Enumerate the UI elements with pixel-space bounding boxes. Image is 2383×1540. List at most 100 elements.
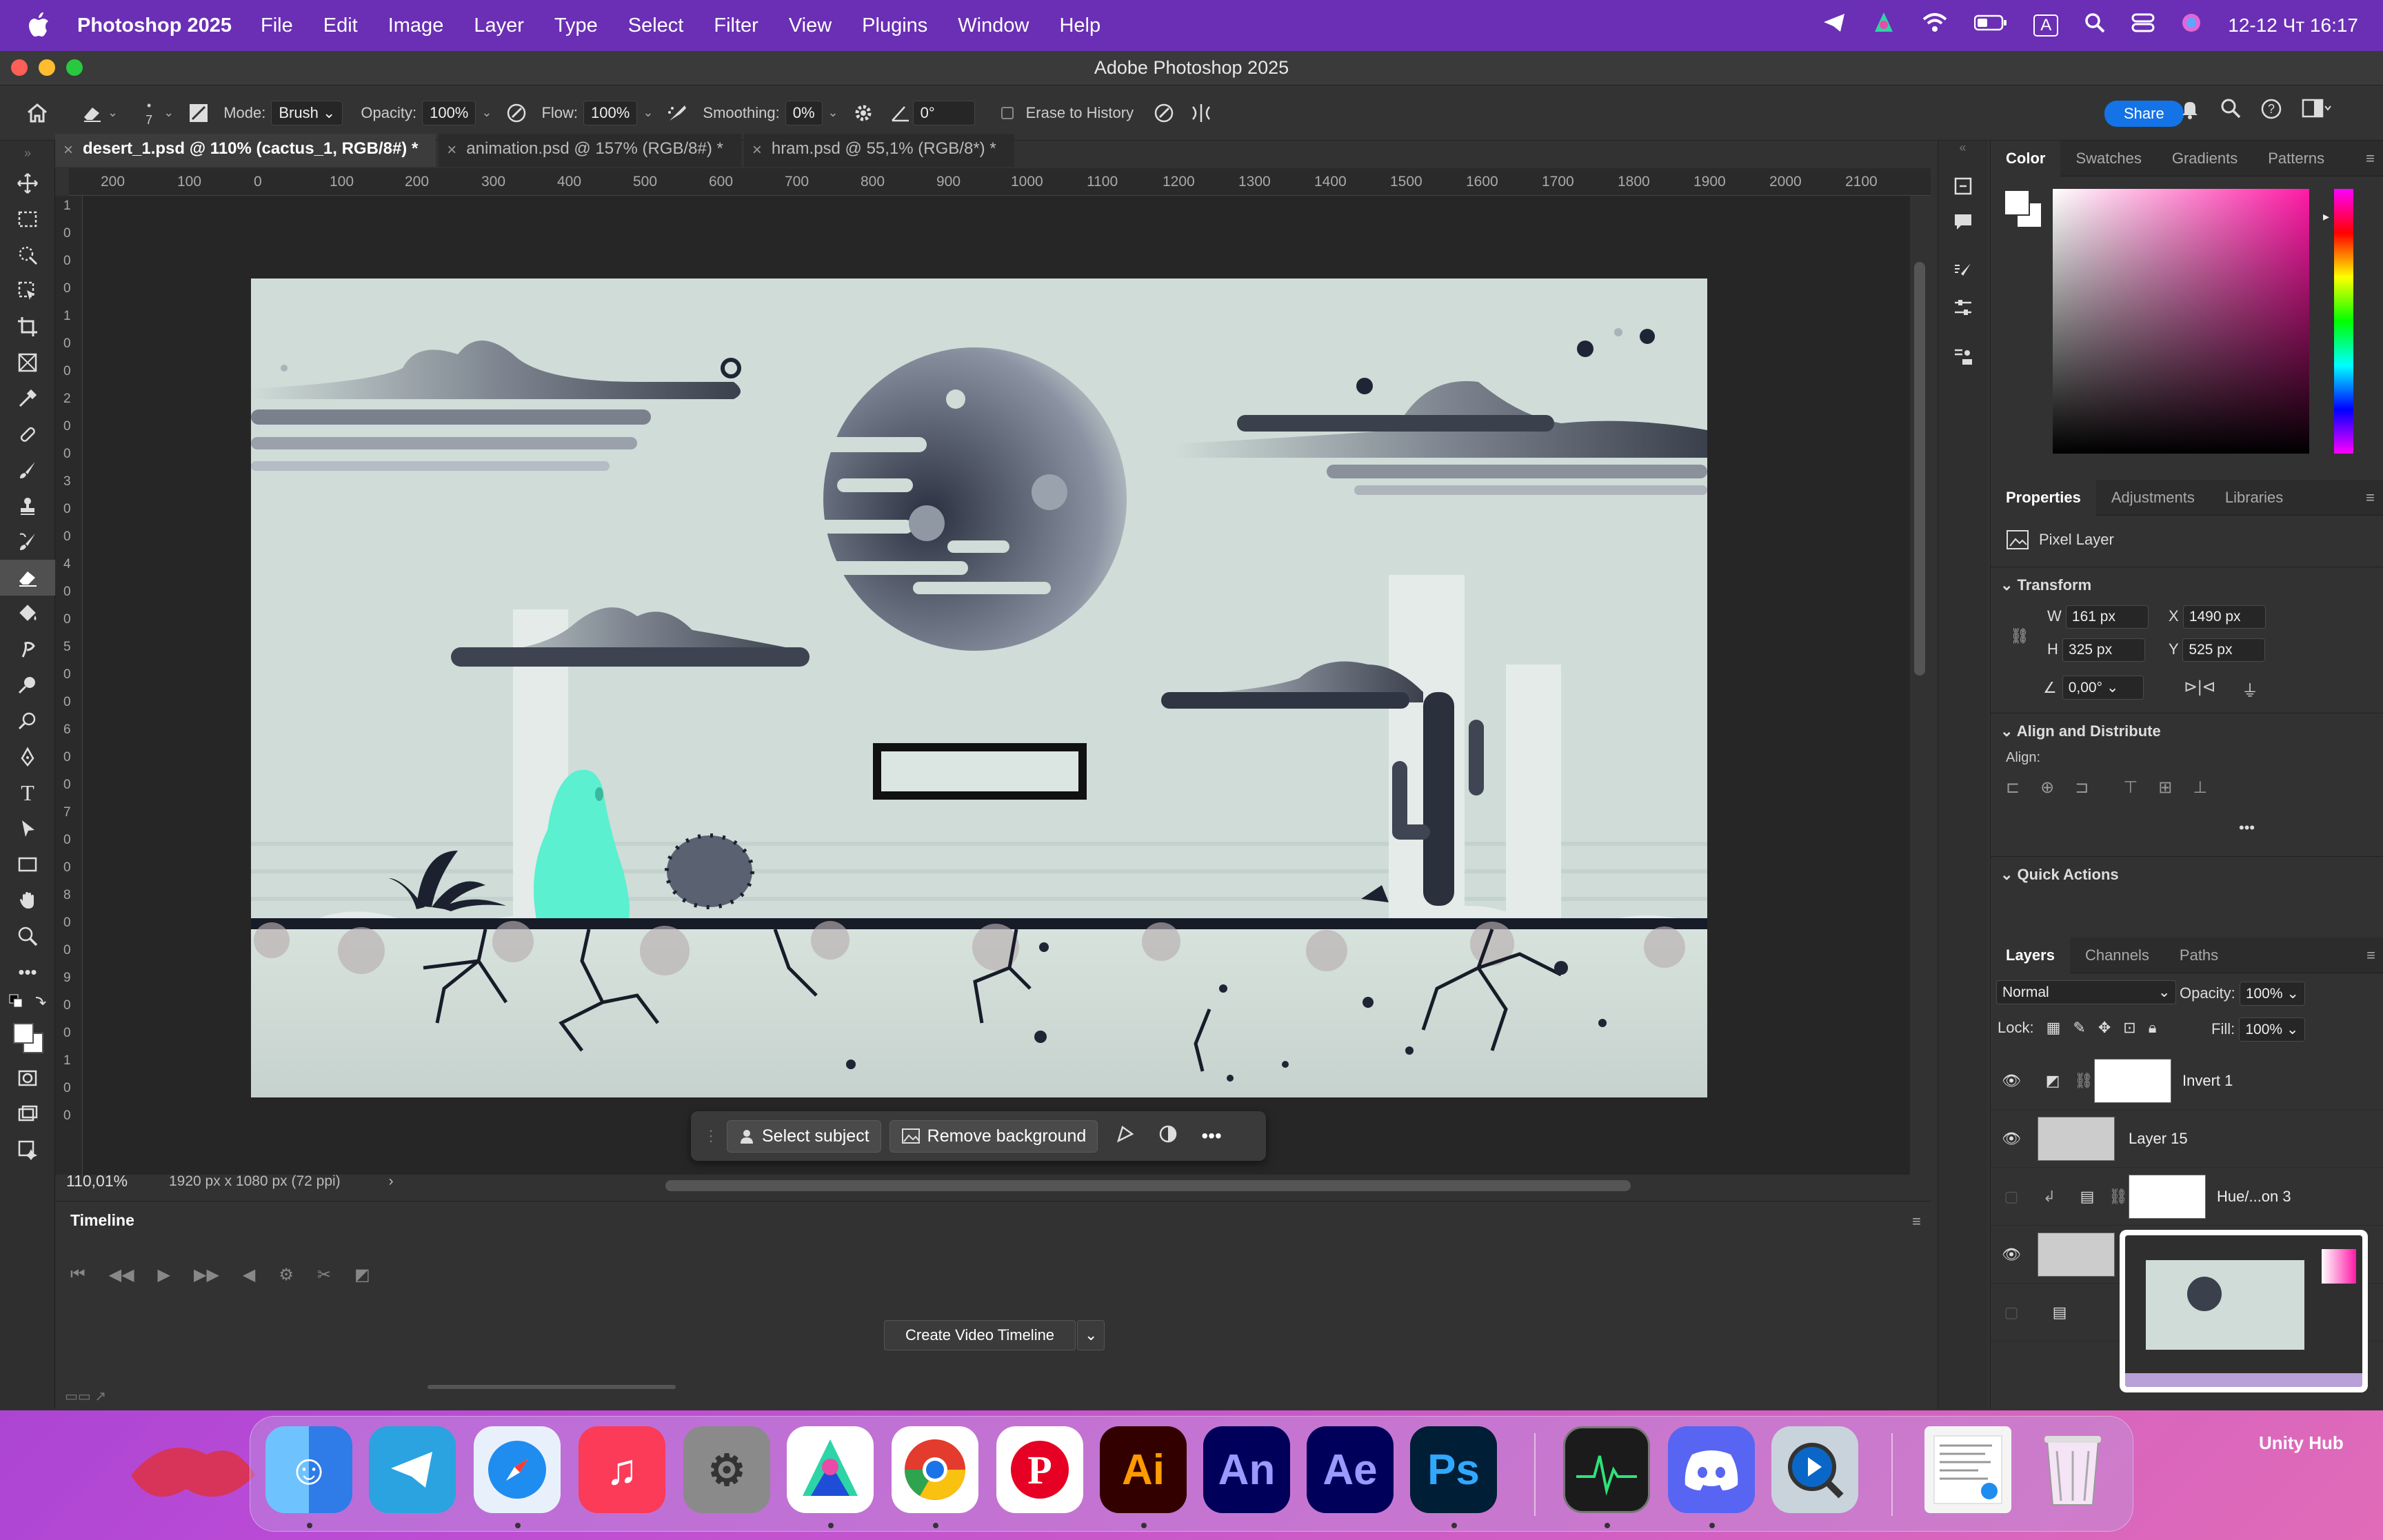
x-field[interactable]: 1490 px <box>2182 605 2266 629</box>
history-icon[interactable] <box>1938 168 1988 204</box>
menu-app-name[interactable]: Photoshop 2025 <box>77 14 232 37</box>
fill-field[interactable]: 100% ⌄ <box>2239 1017 2305 1042</box>
eraser-tool-icon[interactable] <box>80 101 105 125</box>
generative-fill-icon[interactable] <box>0 1132 55 1168</box>
link-icon[interactable]: ⛓ <box>2073 1072 2094 1090</box>
drag-handle-icon[interactable]: ⋮ <box>703 1127 718 1145</box>
tab-properties[interactable]: Properties <box>1991 479 2096 516</box>
previous-frame-icon[interactable]: ◀◀ <box>109 1265 134 1285</box>
lock-pixels-icon[interactable]: ✎ <box>2073 1019 2085 1037</box>
help-icon[interactable]: ? <box>2260 98 2282 124</box>
brush-settings-icon[interactable] <box>1938 254 1988 290</box>
adjustments-sliders-icon[interactable] <box>1938 290 1988 325</box>
menu-help[interactable]: Help <box>1059 14 1100 37</box>
menu-window[interactable]: Window <box>958 14 1029 37</box>
tab-hram[interactable]: × hram.psd @ 55,1% (RGB/8*) * <box>743 134 1014 167</box>
zoom-tool-icon[interactable] <box>0 918 55 954</box>
eye-icon[interactable]: 👁︎ <box>1991 1246 2032 1264</box>
layer-thumbnail[interactable] <box>2038 1116 2115 1161</box>
recent-document-icon[interactable] <box>1924 1426 2011 1513</box>
remove-background-button[interactable]: Remove background <box>889 1119 1098 1153</box>
home-icon[interactable] <box>25 101 50 125</box>
quick-actions-section[interactable]: ⌄ Quick Actions <box>2000 866 2119 884</box>
siri-icon[interactable] <box>2181 12 2202 39</box>
apple-icon[interactable] <box>25 12 52 39</box>
select-subject-button[interactable]: Select subject <box>727 1119 881 1153</box>
chevron-down-icon[interactable]: ⌄ <box>1077 1320 1105 1350</box>
layer-mask-thumbnail[interactable] <box>2094 1058 2171 1103</box>
fg-bg-color-swatch[interactable] <box>2002 188 2046 232</box>
hue-slider-handle[interactable]: ▸ <box>2323 210 2329 224</box>
finder-icon[interactable]: ☺ <box>265 1426 352 1513</box>
eraser-tool-icon[interactable] <box>0 560 55 596</box>
transform-section[interactable]: ⌄ Transform <box>2000 576 2091 594</box>
smoothing-field[interactable]: 0% <box>785 100 823 125</box>
align-section[interactable]: ⌄ Align and Distribute <box>2000 722 2161 740</box>
blend-mode-dropdown[interactable]: Normal ⌄ <box>1996 980 2177 1004</box>
menu-file[interactable]: File <box>261 14 293 37</box>
type-tool-icon[interactable]: T <box>0 775 55 811</box>
brush-tool-icon[interactable] <box>0 452 55 488</box>
eye-icon[interactable]: 👁︎ <box>1991 1072 2032 1090</box>
activity-monitor-icon[interactable] <box>1563 1426 1650 1513</box>
toolbox-icon[interactable] <box>787 1426 874 1513</box>
adjustment-icon[interactable] <box>1158 1124 1178 1148</box>
pressure-size-icon[interactable] <box>1152 101 1176 125</box>
play-icon[interactable]: ▶ <box>158 1265 170 1285</box>
layer-row-invert[interactable]: 👁︎ ◩ ⛓ Invert 1 <box>1991 1052 2383 1110</box>
first-frame-icon[interactable]: ⏮ <box>70 1265 86 1285</box>
healing-brush-icon[interactable] <box>0 416 55 452</box>
tab-patterns[interactable]: Patterns <box>2253 141 2340 176</box>
safari-icon[interactable] <box>474 1426 561 1513</box>
panel-menu-icon[interactable]: ≡ <box>1912 1213 1921 1230</box>
menu-clock[interactable]: 12-12 Чт 16:17 <box>2228 14 2358 37</box>
move-tool-icon[interactable] <box>0 165 55 201</box>
history-brush-icon[interactable] <box>0 524 55 560</box>
settings-icon[interactable]: ⚙ <box>279 1265 294 1285</box>
object-selection-icon[interactable] <box>0 237 55 273</box>
screen-mode-icon[interactable] <box>0 1096 55 1132</box>
dodge-burn-icon[interactable] <box>0 703 55 739</box>
chrome-icon[interactable] <box>892 1426 978 1513</box>
telegram-icon[interactable] <box>369 1426 456 1513</box>
audio-icon[interactable]: ◀ <box>243 1265 255 1285</box>
tab-swatches[interactable]: Swatches <box>2060 141 2156 176</box>
eyedropper-tool-icon[interactable] <box>0 381 55 416</box>
tab-animation[interactable]: × animation.psd @ 157% (RGB/8#) * <box>439 134 741 167</box>
align-top-icon[interactable]: ⊤ <box>2123 778 2138 798</box>
more-tools-icon[interactable]: ••• <box>0 954 55 990</box>
flip-vertical-icon[interactable]: ⏚ <box>2242 677 2258 701</box>
align-right-icon[interactable]: ⊐ <box>2075 778 2089 798</box>
photoshop-icon[interactable]: Ps <box>1410 1426 1497 1513</box>
flip-horizontal-icon[interactable]: ⊳|⊲ <box>2184 677 2215 697</box>
angle-field[interactable]: 0° <box>912 100 975 125</box>
panel-menu-icon[interactable]: ≡ <box>2366 946 2383 964</box>
animate-icon[interactable]: An <box>1203 1426 1290 1513</box>
artwork-desert-scene[interactable] <box>251 278 1707 1097</box>
layer-name[interactable]: Hue/...on 3 <box>2217 1188 2291 1206</box>
clone-stamp-icon[interactable] <box>0 488 55 524</box>
toolbox-status-icon[interactable] <box>1872 11 1896 40</box>
mode-dropdown[interactable]: Brush ⌄ <box>271 100 343 125</box>
bell-icon[interactable] <box>2179 98 2201 124</box>
trash-icon[interactable] <box>2029 1426 2116 1513</box>
smudge-tool-icon[interactable] <box>0 631 55 667</box>
tab-desert[interactable]: × desert_1.psd @ 110% (cactus_1, RGB/8#) … <box>55 134 436 167</box>
system-settings-icon[interactable]: ⚙ <box>683 1426 770 1513</box>
chevron-down-icon[interactable]: ⌄ <box>828 105 838 120</box>
comments-icon[interactable] <box>1938 204 1988 240</box>
spotlight-icon[interactable] <box>2084 12 2105 39</box>
layer-row-hue[interactable]: ▢ ↲ ▤ ⛓ Hue/...on 3 <box>1991 1168 2383 1226</box>
tab-color[interactable]: Color <box>1991 140 2061 176</box>
close-window-button[interactable] <box>11 59 28 76</box>
window-preview-thumbnail[interactable] <box>2120 1230 2368 1392</box>
quicktime-icon[interactable] <box>1771 1426 1858 1513</box>
lock-position-icon[interactable]: ✥ <box>2098 1019 2111 1037</box>
erase-history-checkbox[interactable] <box>1001 106 1014 119</box>
link-icon[interactable]: ⛓ <box>2010 627 2029 645</box>
align-bottom-icon[interactable]: ⊥ <box>2193 778 2207 798</box>
width-field[interactable]: 161 px <box>2065 605 2149 629</box>
zoom-level[interactable]: 110,01% <box>66 1172 128 1191</box>
eye-icon[interactable]: 👁︎ <box>1991 1130 2032 1148</box>
illustrator-icon[interactable]: Ai <box>1100 1426 1187 1513</box>
